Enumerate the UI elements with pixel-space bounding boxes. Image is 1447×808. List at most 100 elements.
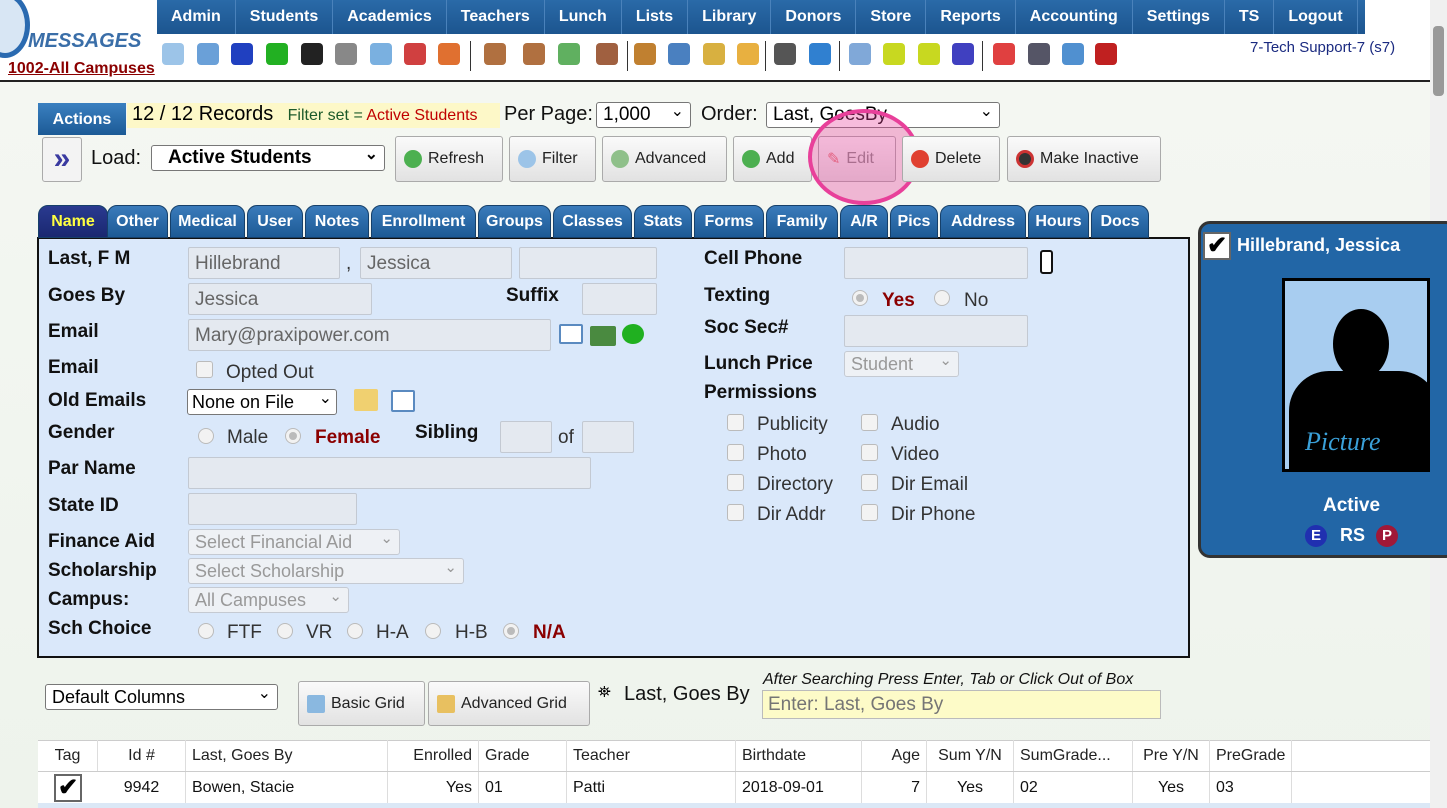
tab-docs[interactable]: Docs [1091,205,1149,238]
sch-choice-radio-ha[interactable] [347,623,363,639]
add-button[interactable]: Add [733,136,812,182]
tab-groups[interactable]: Groups [478,205,551,238]
permission-dir-addr-checkbox[interactable] [727,504,744,521]
nav-logout[interactable]: Logout [1274,0,1358,34]
expand-button[interactable]: » [42,137,82,182]
text-message-icon[interactable] [622,324,644,344]
cash-register-icon[interactable] [1028,43,1050,65]
nav-store[interactable]: Store [856,0,927,34]
suffix-input[interactable] [582,283,657,315]
text-message-icon[interactable] [266,43,288,65]
column-header-3[interactable]: Enrolled [388,740,479,771]
parent-name-input[interactable] [188,457,591,489]
burger-icon[interactable] [634,43,656,65]
student-photo[interactable]: Picture [1282,278,1430,472]
nav-accounting[interactable]: Accounting [1016,0,1133,34]
nav-teachers[interactable]: Teachers [447,0,545,34]
scholarship-select[interactable]: Select Scholarship [188,558,464,584]
nav-academics[interactable]: Academics [333,0,447,34]
texting-no-radio[interactable] [934,290,950,306]
tab-medical[interactable]: Medical [170,205,245,238]
make-inactive-button[interactable]: Make Inactive [1007,136,1161,182]
columns-select[interactable]: Default Columns [45,684,278,710]
mobile-phone-icon[interactable] [1040,250,1053,274]
card-checkbox[interactable]: ✔ [1203,232,1231,260]
person-icon[interactable] [523,43,545,65]
tab-hours[interactable]: Hours [1028,205,1089,238]
send-email-icon[interactable] [590,326,616,346]
tab-user[interactable]: User [247,205,303,238]
sch-choice-radio-na[interactable] [503,623,519,639]
export-icon[interactable] [737,43,759,65]
finance-aid-select[interactable]: Select Financial Aid [188,529,400,555]
nav-lunch[interactable]: Lunch [545,0,622,34]
nav-donors[interactable]: Donors [771,0,857,34]
tab-ar[interactable]: A/R [840,205,888,238]
sibling-of-input[interactable] [582,421,634,453]
nav-library[interactable]: Library [688,0,772,34]
permission-dir-email-checkbox[interactable] [861,474,878,491]
nav-admin[interactable]: Admin [157,0,236,34]
tab-enrollment[interactable]: Enrollment [371,205,476,238]
column-header-1[interactable]: Id # [98,740,186,771]
envelope-icon[interactable] [391,390,415,412]
column-header-0[interactable]: Tag [38,740,98,771]
search-icon[interactable] [162,43,184,65]
pdf-icon[interactable] [993,43,1015,65]
tab-forms[interactable]: Forms [694,205,764,238]
help-icon[interactable] [1062,43,1084,65]
table-icon[interactable] [849,43,871,65]
tab-stats[interactable]: Stats [634,205,692,238]
column-header-10[interactable]: Pre Y/N [1133,740,1210,771]
delete-button[interactable]: Delete [902,136,1000,182]
family-icon[interactable] [596,43,618,65]
megaphone-icon[interactable] [438,43,460,65]
printer-icon[interactable] [918,43,940,65]
calendar-grid-icon[interactable] [197,43,219,65]
column-header-7[interactable]: Age [862,740,927,771]
nav-settings[interactable]: Settings [1133,0,1225,34]
opted-out-checkbox[interactable] [196,361,213,378]
badge-rs[interactable]: RS [1340,525,1365,546]
speaker-icon[interactable] [335,43,357,65]
sch-choice-radio-hb[interactable] [425,623,441,639]
nav-students[interactable]: Students [236,0,334,34]
email-envelope-icon[interactable] [559,324,583,344]
sch-choice-radio-vr[interactable] [277,623,293,639]
tab-classes[interactable]: Classes [553,205,632,238]
lunch-price-select[interactable]: Student [844,351,959,377]
permission-dir-phone-checkbox[interactable] [861,504,878,521]
basic-grid-button[interactable]: Basic Grid [298,681,425,726]
ap-icon[interactable] [952,43,974,65]
column-header-5[interactable]: Teacher [567,740,736,771]
logo[interactable]: MESSAGES [0,0,157,60]
add-person-icon[interactable] [484,43,506,65]
permission-audio-checkbox[interactable] [861,414,878,431]
tab-name[interactable]: Name [38,205,108,238]
search-input[interactable] [762,690,1161,719]
column-header-11[interactable]: PreGrade ... [1210,740,1292,771]
nav-lists[interactable]: Lists [622,0,689,34]
email-input[interactable]: Mary@praxipower.com [188,319,551,351]
sch-choice-radio-ftf[interactable] [198,623,214,639]
permission-directory-checkbox[interactable] [727,474,744,491]
tab-address[interactable]: Address [940,205,1026,238]
permission-publicity-checkbox[interactable] [727,414,744,431]
column-header-2[interactable]: Last, Goes By [186,740,388,771]
actions-tab[interactable]: Actions [38,103,126,135]
ssn-input[interactable] [844,315,1028,347]
first-name-input[interactable]: Jessica [360,247,512,279]
tab-pics[interactable]: Pics [890,205,938,238]
last-name-input[interactable]: Hillebrand [188,247,340,279]
card-icon[interactable] [883,43,905,65]
nav-reports[interactable]: Reports [926,0,1016,34]
column-header-6[interactable]: Birthdate [736,740,862,771]
tab-family[interactable]: Family [766,205,838,238]
refresh-button[interactable]: Refresh [395,136,503,182]
filter-button[interactable]: Filter [509,136,596,182]
nav-ts[interactable]: TS [1225,0,1275,34]
permission-photo-checkbox[interactable] [727,444,744,461]
permission-video-checkbox[interactable] [861,444,878,461]
campus-select[interactable]: All Campuses [188,587,349,613]
bell-icon[interactable] [703,43,725,65]
